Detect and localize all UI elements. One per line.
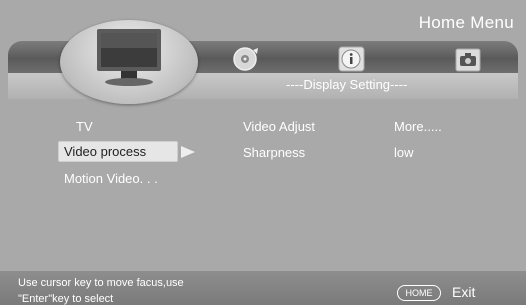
info-icon[interactable]: [338, 46, 366, 77]
menu-value-more[interactable]: More.....: [394, 119, 442, 134]
help-hint-line2: "Enter"key to select: [18, 293, 114, 305]
menu-item-sharpness[interactable]: Sharpness: [243, 145, 305, 160]
disc-icon[interactable]: [232, 46, 260, 77]
menu-item-video-process[interactable]: Video process: [64, 144, 146, 159]
display-settings-screen: Home Menu ----Display Setting---- TV Vid…: [0, 0, 526, 305]
home-menu-title: Home Menu: [418, 13, 514, 32]
menu-item-video-adjust[interactable]: Video Adjust: [243, 119, 315, 134]
menu-item-tv[interactable]: TV: [76, 119, 93, 134]
tv-icon[interactable]: [95, 27, 163, 94]
camera-icon[interactable]: [455, 48, 481, 77]
home-button[interactable]: HOME: [397, 285, 441, 301]
help-hint: Use cursor key to move facus,use "Enter"…: [18, 275, 184, 305]
menu-value-low[interactable]: low: [394, 145, 414, 160]
section-title: ----Display Setting----: [286, 77, 408, 92]
exit-label: Exit: [452, 284, 476, 300]
help-hint-line1: Use cursor key to move facus,use: [18, 277, 184, 289]
menu-item-motion-video[interactable]: Motion Video. . .: [64, 171, 158, 186]
selection-arrow-icon: [181, 146, 195, 158]
